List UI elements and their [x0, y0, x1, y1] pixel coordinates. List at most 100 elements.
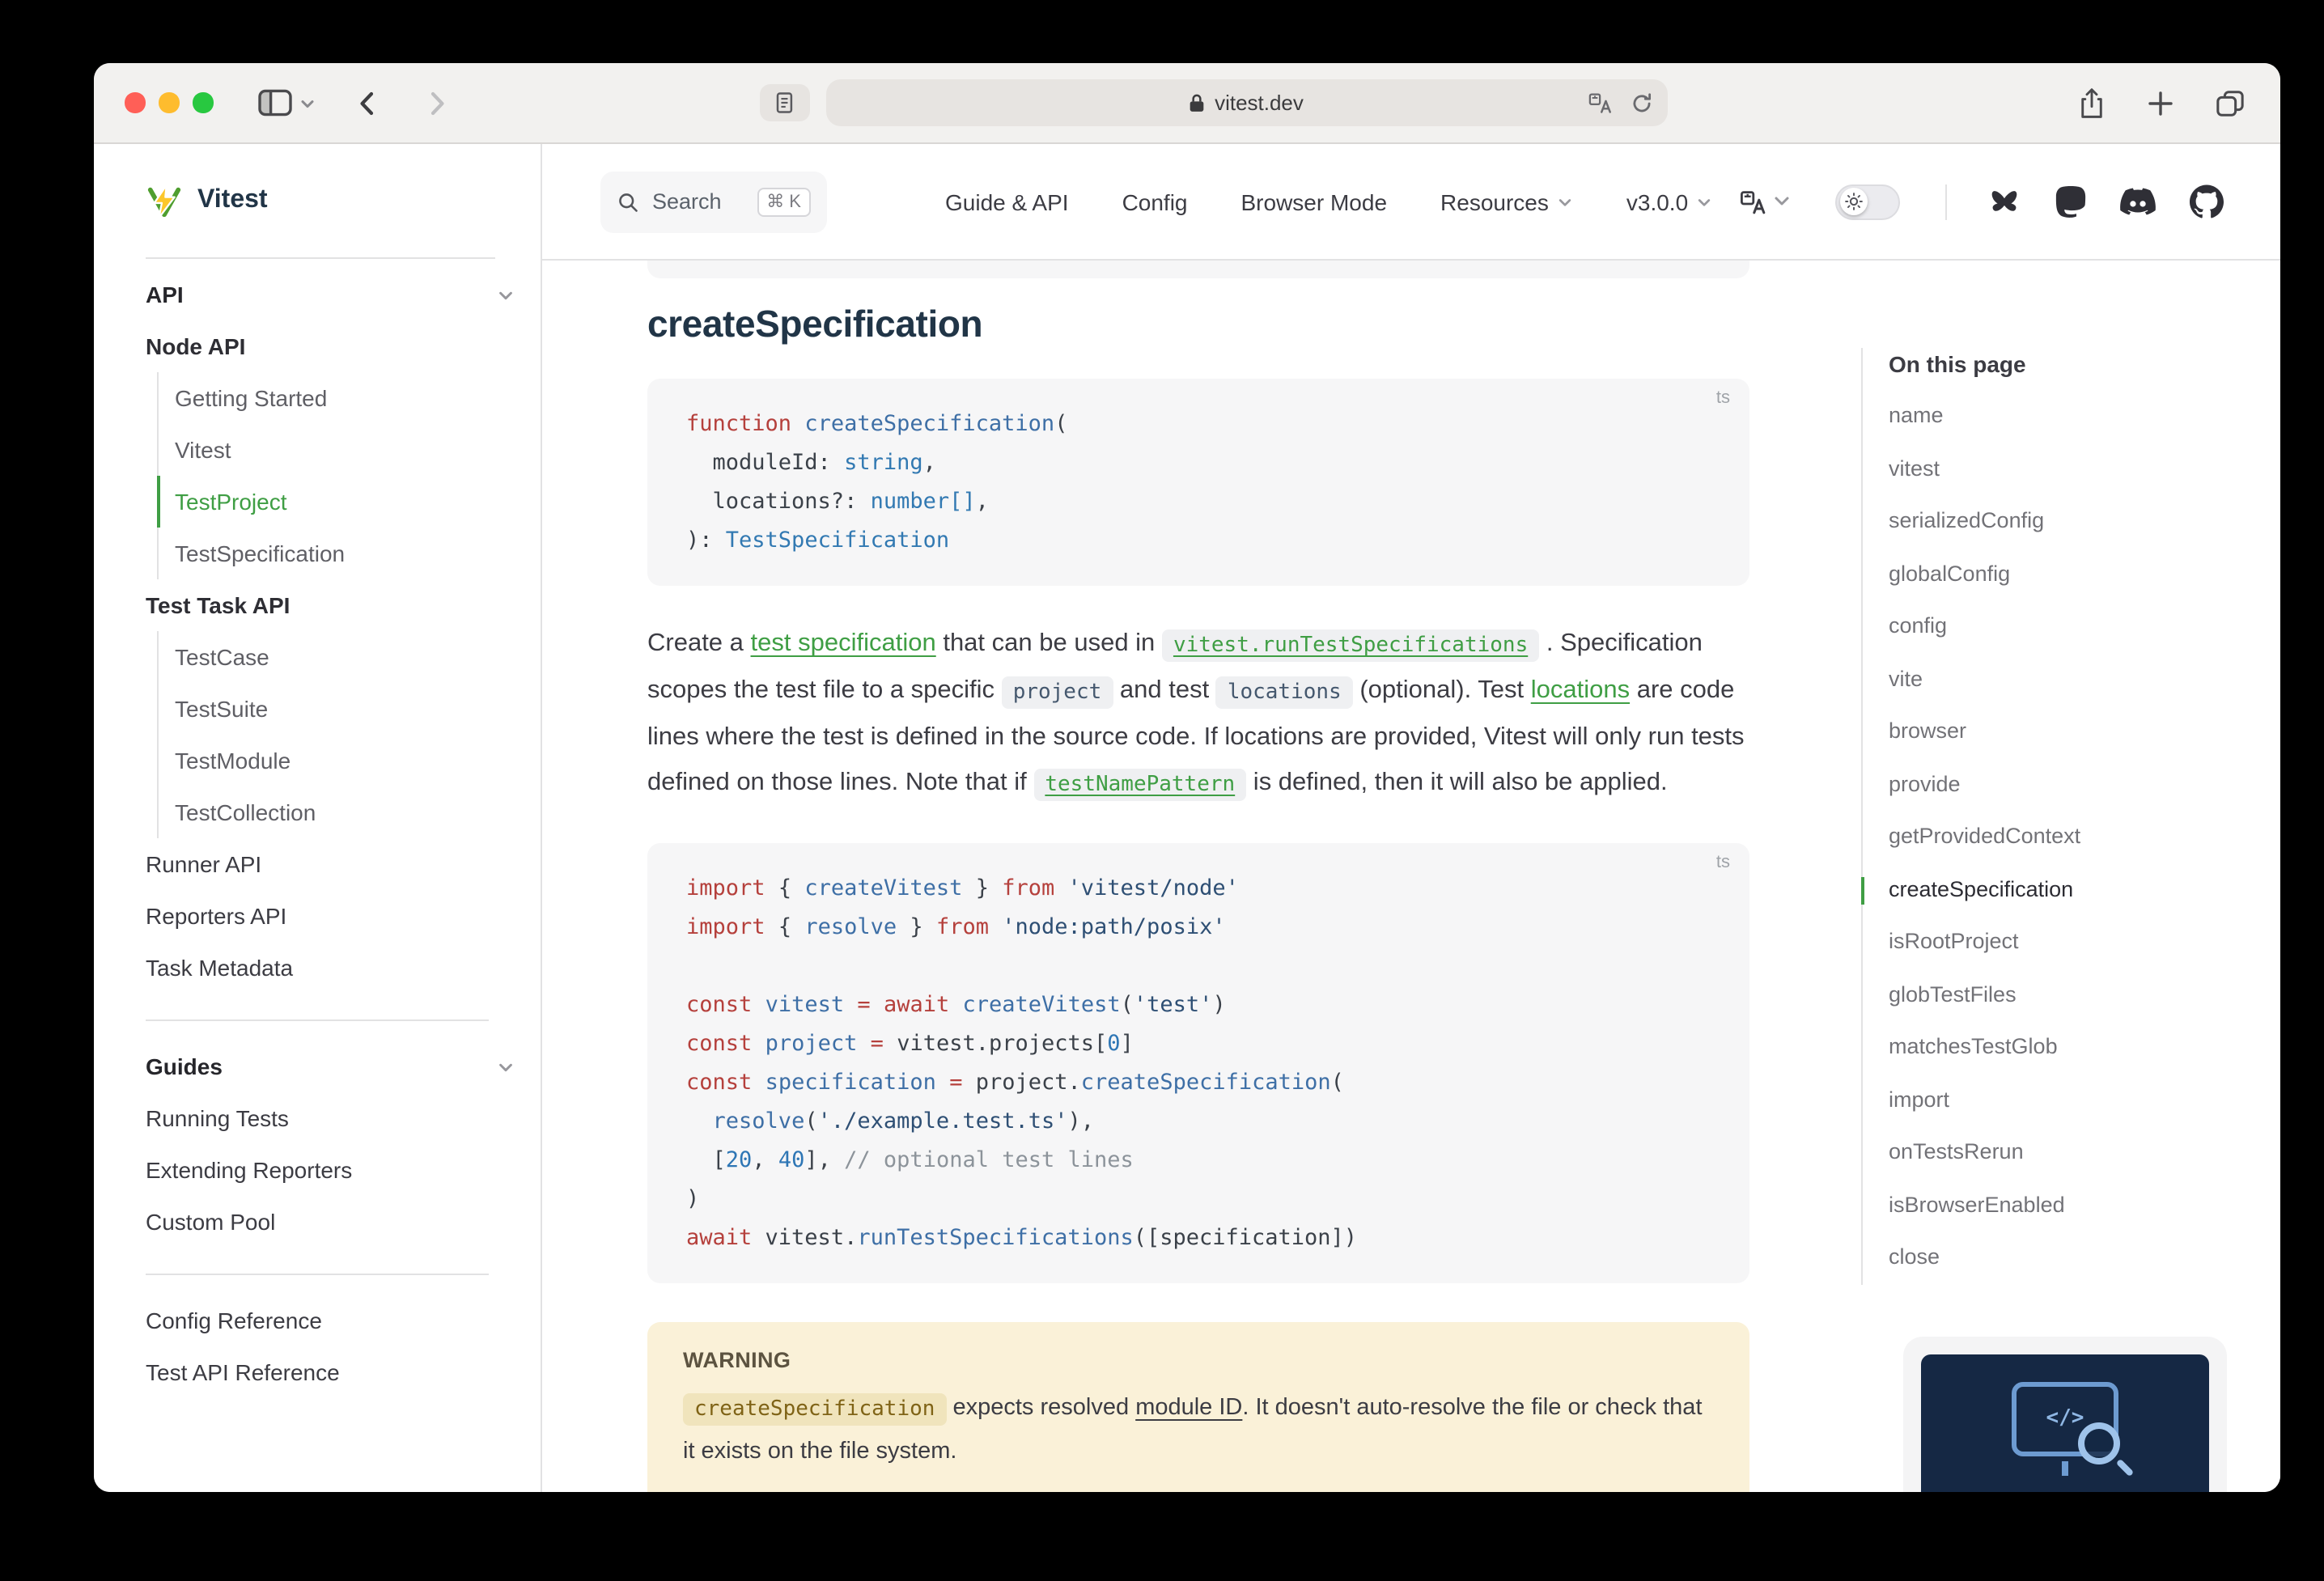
nav-item-resources[interactable]: Resources	[1440, 189, 1573, 214]
sidebar-item-runner-api[interactable]: Runner API	[146, 838, 515, 890]
sidebar-item-test-api-reference[interactable]: Test API Reference	[146, 1346, 515, 1398]
nav-item-label: Config	[1122, 189, 1188, 214]
outline-item-getprovidedcontext[interactable]: getProvidedContext	[1889, 811, 2280, 863]
discord-icon[interactable]	[2120, 188, 2156, 215]
sidebar-item-testsuite[interactable]: TestSuite	[157, 683, 515, 735]
sidebar-divider	[146, 1274, 489, 1275]
address-bar[interactable]: vitest.dev	[825, 79, 1667, 126]
outline-item-globalconfig[interactable]: globalConfig	[1889, 548, 2280, 600]
outline-item-createspecification[interactable]: createSpecification	[1889, 863, 2280, 916]
bluesky-icon[interactable]	[1987, 186, 2021, 217]
language-menu[interactable]	[1740, 189, 1790, 214]
outline-item-vitest[interactable]: vitest	[1889, 443, 2280, 495]
sidebar-toggle-button[interactable]	[257, 86, 292, 120]
magnifier-handle	[2116, 1458, 2135, 1477]
outline-item-close[interactable]: close	[1889, 1231, 2280, 1284]
sidebar-item-config-reference[interactable]: Config Reference	[146, 1295, 515, 1346]
nav-item-browser-mode[interactable]: Browser Mode	[1241, 189, 1388, 214]
translate-icon[interactable]	[1588, 91, 1612, 114]
outline-item-isbrowserenabled[interactable]: isBrowserEnabled	[1889, 1179, 2280, 1231]
doc-link-locations[interactable]: locations	[1531, 676, 1630, 704]
outline-item-name[interactable]: name	[1889, 390, 2280, 443]
sidebar-section-api[interactable]: API	[146, 269, 515, 320]
outline-item-config[interactable]: config	[1889, 600, 2280, 653]
doc-code-link-testnamepattern[interactable]: testNamePattern	[1033, 768, 1246, 800]
nav-item-label: Guide & API	[945, 189, 1069, 214]
mastodon-icon[interactable]	[2055, 185, 2086, 218]
sidebar-item-custom-pool[interactable]: Custom Pool	[146, 1196, 515, 1248]
vitest-logo-icon	[146, 182, 183, 219]
chevron-down-icon	[300, 98, 313, 109]
outline-item-matchestestglob[interactable]: matchesTestGlob	[1889, 1021, 2280, 1074]
nav-item-config[interactable]: Config	[1122, 189, 1188, 214]
site-logo[interactable]: Vitest	[146, 144, 495, 259]
sidebar-item-testcase[interactable]: TestCase	[157, 631, 515, 683]
sidebar-item-extending-reporters[interactable]: Extending Reporters	[146, 1144, 515, 1196]
outline-item-import[interactable]: import	[1889, 1074, 2280, 1126]
reload-icon[interactable]	[1630, 91, 1652, 114]
forward-button[interactable]	[423, 88, 449, 117]
doc-code-link-vitest-runtestspecifications[interactable]: vitest.runTestSpecifications	[1162, 629, 1539, 661]
page-settings-button[interactable]	[759, 84, 809, 121]
outline-item-vite[interactable]: vite	[1889, 653, 2280, 706]
text-run: expects resolved	[946, 1395, 1135, 1421]
tab-overview-icon	[2216, 88, 2245, 117]
back-button[interactable]	[354, 88, 380, 117]
theme-toggle[interactable]	[1835, 184, 1900, 219]
sidebar-item-task-metadata[interactable]: Task Metadata	[146, 942, 515, 994]
sidebar-item-testmodule[interactable]: TestModule	[157, 735, 515, 786]
share-icon	[2078, 87, 2106, 119]
outline-item-provide[interactable]: provide	[1889, 758, 2280, 811]
ad-card[interactable]: </>	[1903, 1336, 2227, 1492]
tab-overview-button[interactable]	[2216, 88, 2245, 117]
minimize-window-button[interactable]	[159, 93, 179, 113]
doc-link-test-specification[interactable]: test specification	[751, 629, 936, 657]
site-header: Search ⌘ K Guide & API Config Browser Mode…	[542, 144, 2280, 261]
code-line: const project = vitest.projects[0]	[686, 1024, 1711, 1063]
sidebar-item-test-task-api[interactable]: Test Task API	[146, 579, 515, 631]
inline-code: project	[1002, 676, 1113, 708]
chevron-down-icon	[1557, 193, 1573, 210]
search-button[interactable]: Search ⌘ K	[600, 171, 827, 232]
sidebar-item-vitest[interactable]: Vitest	[157, 424, 515, 476]
sidebar-item-testproject[interactable]: TestProject	[157, 476, 515, 528]
zoom-window-button[interactable]	[193, 93, 213, 113]
outline-item-serializedconfig[interactable]: serializedConfig	[1889, 495, 2280, 548]
outline-item-browser[interactable]: browser	[1889, 706, 2280, 758]
sidebar-item-testspecification[interactable]: TestSpecification	[157, 528, 515, 579]
desktop: vitest.dev	[0, 0, 2324, 1581]
sidebar-item-reporters-api[interactable]: Reporters API	[146, 890, 515, 942]
sidebar-toggle-icon	[257, 86, 292, 120]
header-divider	[1945, 184, 1947, 219]
nav-item-label: Resources	[1440, 189, 1549, 214]
nav-item-label: v3.0.0	[1626, 189, 1688, 214]
outline-item-globtestfiles[interactable]: globTestFiles	[1889, 969, 2280, 1021]
new-tab-button[interactable]	[2148, 90, 2173, 116]
doc-link-module-id[interactable]: module ID	[1135, 1395, 1242, 1421]
sidebar-divider	[146, 1019, 489, 1021]
outline-item-ontestsrerun[interactable]: onTestsRerun	[1889, 1126, 2280, 1179]
search-label: Search	[652, 189, 722, 214]
on-this-page-outline: On this page namevitestserializedConfigg…	[1861, 261, 2280, 1492]
github-icon[interactable]	[2190, 184, 2224, 218]
chevron-down-icon	[497, 1058, 515, 1075]
window-controls	[125, 93, 213, 113]
sidebar-item-node-api[interactable]: Node API	[146, 320, 515, 372]
outline-item-isrootproject[interactable]: isRootProject	[1889, 916, 2280, 969]
close-window-button[interactable]	[125, 93, 145, 113]
sidebar-item-testcollection[interactable]: TestCollection	[157, 786, 515, 838]
outline-box: On this page namevitestserializedConfigg…	[1861, 348, 2280, 1284]
sidebar-section-guides[interactable]: Guides	[146, 1041, 515, 1092]
share-button[interactable]	[2078, 87, 2106, 119]
address-bar-actions	[1588, 79, 1652, 126]
doc-paragraph: Create a test specification that can be …	[647, 621, 1749, 807]
nav-item-guide-api[interactable]: Guide & API	[945, 189, 1069, 214]
sidebar-item-getting-started[interactable]: Getting Started	[157, 372, 515, 424]
sidebar-item-running-tests[interactable]: Running Tests	[146, 1092, 515, 1144]
sidebar-menu-chevron[interactable]	[300, 88, 313, 117]
lock-icon	[1189, 92, 1205, 113]
text-run: (optional). Test	[1353, 676, 1531, 704]
nav-item-v3-0-0[interactable]: v3.0.0	[1626, 189, 1712, 214]
sun-icon	[1844, 193, 1862, 210]
header-right-cluster	[1740, 184, 2224, 219]
